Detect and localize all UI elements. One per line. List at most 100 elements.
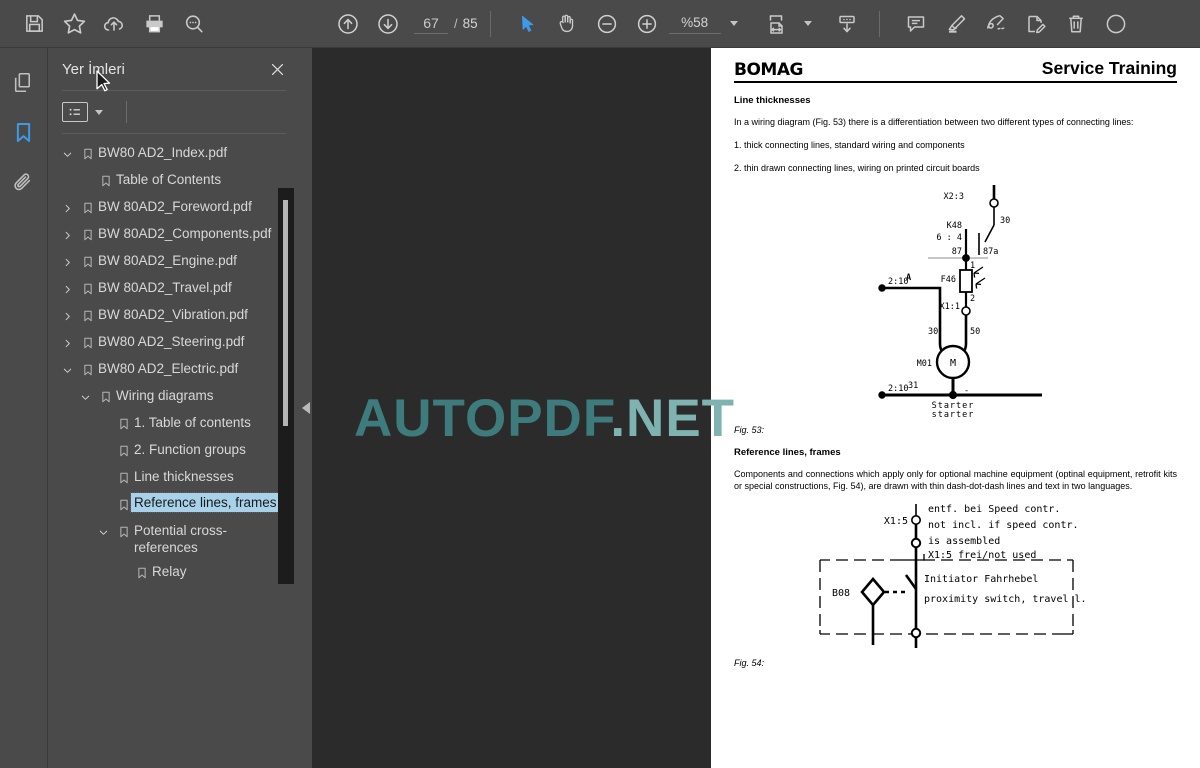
fig54-note-en: not incl. if speed contr. bbox=[928, 520, 1079, 531]
bookmark-item[interactable]: BW80 AD2_Steering.pdf bbox=[48, 329, 300, 356]
fig53-label-a: A bbox=[906, 273, 911, 283]
bookmark-icon bbox=[78, 198, 98, 218]
bookmark-label: 2. Function groups bbox=[134, 442, 246, 457]
sidebar-scrollbar[interactable] bbox=[278, 188, 294, 584]
bookmark-icon bbox=[78, 333, 98, 353]
upload-cloud-button[interactable] bbox=[94, 4, 134, 44]
bookmark-label: BW80 AD2_Index.pdf bbox=[98, 145, 228, 160]
rail-item-attachments[interactable] bbox=[4, 162, 44, 202]
chevron-down-icon[interactable] bbox=[56, 360, 78, 380]
pdf-viewer-window: 67 / 85 %58 Yer İmleri BW80 AD2_Index.pd… bbox=[0, 0, 1200, 768]
fig54-note-de: entf. bei Speed contr. bbox=[928, 504, 1060, 515]
delete-button[interactable] bbox=[1056, 4, 1096, 44]
scroll-mode-button[interactable] bbox=[827, 4, 867, 44]
list-options-dropdown-button[interactable] bbox=[88, 97, 110, 127]
sidebar-toolbar bbox=[48, 91, 300, 133]
bookmark-item[interactable]: 1. Table of contents bbox=[48, 410, 300, 437]
document-viewer[interactable]: AUTOPDF.NET BOMAG Service Training Line … bbox=[312, 48, 1200, 768]
fig53-label-minus: - bbox=[964, 386, 969, 396]
zoom-out-button[interactable] bbox=[587, 4, 627, 44]
chevron-right-icon[interactable] bbox=[56, 279, 78, 299]
favorite-star-button[interactable] bbox=[54, 4, 94, 44]
bookmark-label: Potential cross-references bbox=[134, 523, 228, 555]
bookmark-item[interactable]: 2. Function groups bbox=[48, 437, 300, 464]
comment-button[interactable] bbox=[896, 4, 936, 44]
highlighter-button[interactable] bbox=[936, 4, 976, 44]
chevron-right-icon[interactable] bbox=[56, 306, 78, 326]
chevron-right-icon[interactable] bbox=[56, 252, 78, 272]
fit-page-width-button[interactable] bbox=[757, 4, 797, 44]
bookmark-item[interactable]: Relay bbox=[48, 559, 300, 586]
section-line-thicknesses-intro: In a wiring diagram (Fig. 53) there is a… bbox=[734, 117, 1134, 127]
bookmark-label: BW 80AD2_Engine.pdf bbox=[98, 253, 237, 268]
chevron-right-icon[interactable] bbox=[56, 333, 78, 353]
sidebar-toolbar-divider bbox=[126, 101, 127, 123]
fig53-label-50: 50 bbox=[970, 327, 980, 337]
bookmark-label: 1. Table of contents bbox=[134, 415, 251, 430]
bookmark-label: Table of Contents bbox=[116, 172, 222, 187]
bookmark-item[interactable]: BW80 AD2_Index.pdf bbox=[48, 140, 300, 167]
fig53-label-ref-210-31: 2:10 bbox=[888, 384, 908, 394]
main-toolbar: 67 / 85 %58 bbox=[0, 0, 1200, 48]
bookmark-item[interactable]: BW 80AD2_Engine.pdf bbox=[48, 248, 300, 275]
bookmark-label: BW 80AD2_Foreword.pdf bbox=[98, 199, 252, 214]
bookmark-item[interactable]: BW 80AD2_Vibration.pdf bbox=[48, 302, 300, 329]
fig53-label-x23: X2:3 bbox=[943, 192, 963, 202]
more-tools-button[interactable] bbox=[1096, 4, 1136, 44]
chevron-right-icon[interactable] bbox=[56, 198, 78, 218]
previous-page-button[interactable] bbox=[328, 4, 368, 44]
fit-dropdown-button[interactable] bbox=[797, 9, 819, 39]
current-page-input[interactable]: 67 bbox=[414, 14, 448, 34]
bookmark-item[interactable]: Table of Contents bbox=[48, 167, 300, 194]
search-button[interactable] bbox=[174, 4, 214, 44]
fig53-label-k48: K48 bbox=[946, 221, 961, 231]
bookmark-icon bbox=[96, 387, 116, 407]
bookmark-item[interactable]: BW 80AD2_Foreword.pdf bbox=[48, 194, 300, 221]
chevron-down-icon[interactable] bbox=[92, 522, 114, 542]
bookmark-item[interactable]: Reference lines, frames bbox=[48, 491, 300, 518]
rail-item-bookmarks[interactable] bbox=[4, 112, 44, 152]
collapse-sidebar-handle[interactable] bbox=[300, 48, 312, 768]
bookmark-label: Reference lines, frames bbox=[130, 492, 281, 513]
bookmark-icon bbox=[114, 522, 134, 542]
watermark: AUTOPDF.NET bbox=[354, 388, 735, 449]
fig54-label-x15: X1:5 bbox=[883, 516, 907, 527]
toolbar-divider-1 bbox=[489, 10, 491, 37]
bookmark-icon bbox=[78, 360, 98, 380]
bookmark-item[interactable]: BW 80AD2_Components.pdf bbox=[48, 221, 300, 248]
fig54-note-en2: is assembled bbox=[928, 536, 1000, 547]
zoom-in-button[interactable] bbox=[627, 4, 667, 44]
chevron-down-icon[interactable] bbox=[74, 387, 96, 407]
stamp-edit-button[interactable] bbox=[1016, 4, 1056, 44]
chevron-down-icon[interactable] bbox=[56, 144, 78, 164]
bookmark-item[interactable]: Wiring diagrams bbox=[48, 383, 300, 410]
bookmark-item[interactable]: BW 80AD2_Travel.pdf bbox=[48, 275, 300, 302]
rail-item-pages[interactable] bbox=[4, 62, 44, 102]
save-button[interactable] bbox=[14, 4, 54, 44]
chevron-right-icon[interactable] bbox=[56, 225, 78, 245]
signature-pen-button[interactable] bbox=[976, 4, 1016, 44]
figure-53: X2:3 30 K48 6 : 4 87 87a 1 F46 2 X1:1 2:… bbox=[734, 182, 1177, 419]
pan-hand-button[interactable] bbox=[547, 4, 587, 44]
select-pointer-button[interactable] bbox=[507, 4, 547, 44]
bookmark-icon bbox=[114, 468, 134, 488]
close-sidebar-button[interactable] bbox=[264, 56, 290, 82]
zoom-level-input[interactable]: %58 bbox=[668, 13, 721, 34]
bookmark-icon bbox=[78, 279, 98, 299]
fig53-label-1: 1 bbox=[970, 261, 975, 271]
bookmark-item[interactable]: BW80 AD2_Electric.pdf bbox=[48, 356, 300, 383]
bookmark-item[interactable]: Line thicknesses bbox=[48, 464, 300, 491]
print-button[interactable] bbox=[134, 4, 174, 44]
fig53-label-k48-sub: 6 : 4 bbox=[936, 233, 962, 243]
next-page-button[interactable] bbox=[368, 4, 408, 44]
bookmark-icon bbox=[114, 441, 134, 461]
list-options-button[interactable] bbox=[62, 102, 88, 122]
pdf-page: BOMAG Service Training Line thicknesses … bbox=[711, 48, 1200, 768]
section-reference-lines-title: Reference lines, frames bbox=[734, 447, 841, 458]
sidebar-scrollbar-thumb[interactable] bbox=[283, 200, 288, 426]
zoom-dropdown-button[interactable] bbox=[723, 9, 745, 39]
fig53-label-motor: M bbox=[949, 358, 955, 369]
bookmark-item[interactable]: Potential cross-references bbox=[48, 518, 300, 559]
bookmark-tree[interactable]: BW80 AD2_Index.pdf Table of Contents BW 80… bbox=[48, 134, 300, 768]
